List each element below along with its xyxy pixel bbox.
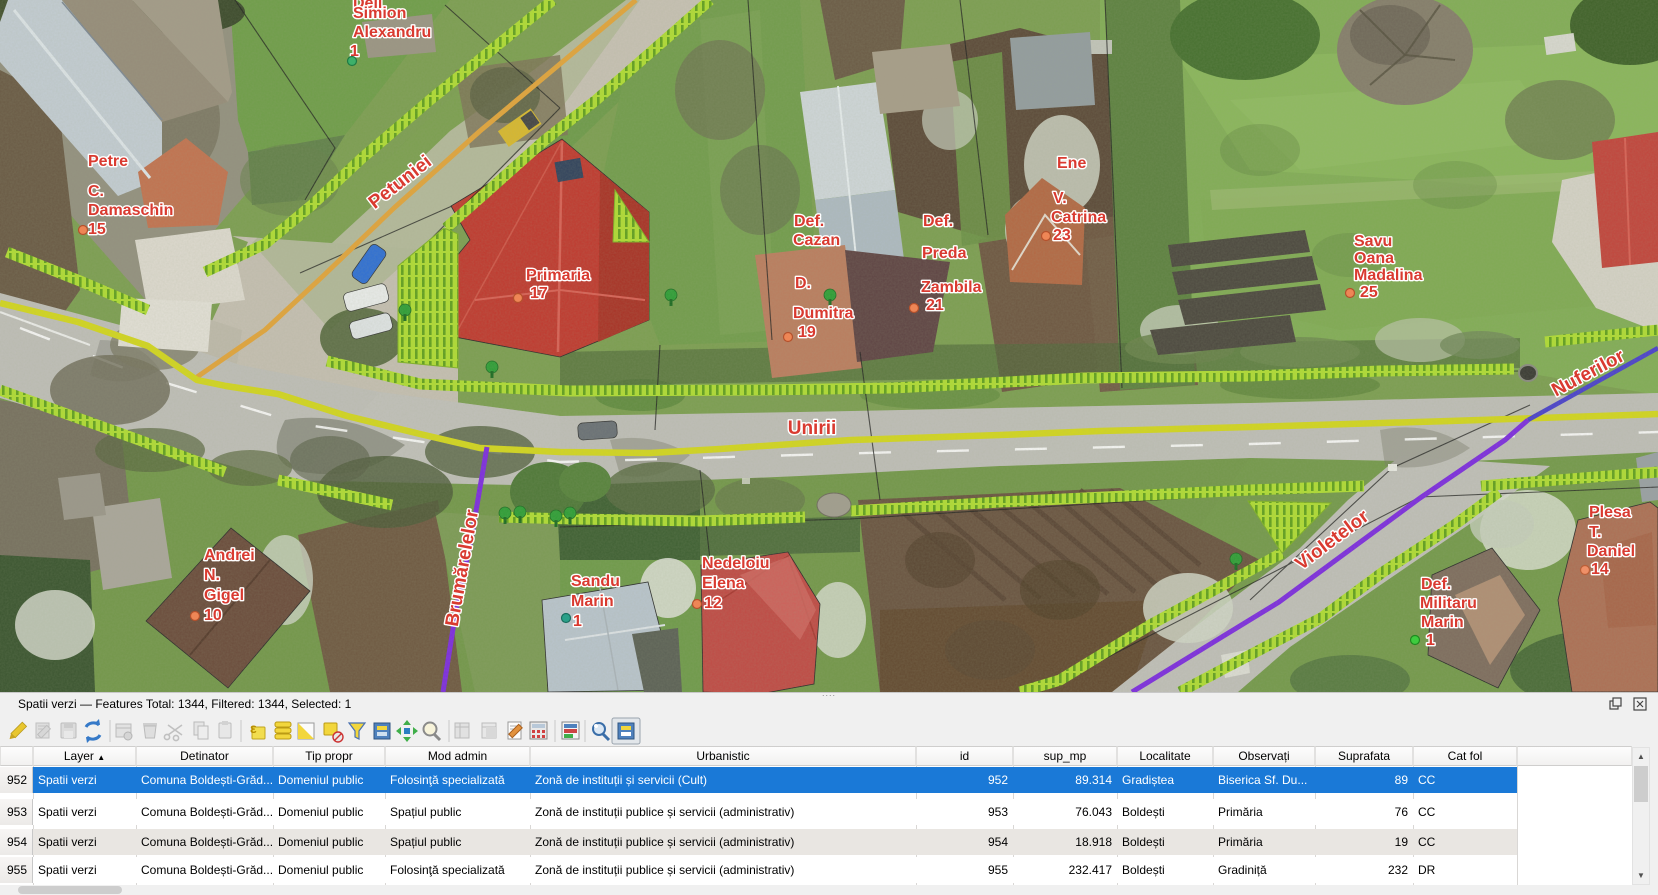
svg-text:17: 17 bbox=[530, 285, 548, 302]
svg-text:14: 14 bbox=[1591, 561, 1609, 578]
svg-text:C.: C. bbox=[88, 183, 104, 200]
svg-text:Catrina: Catrina bbox=[1051, 209, 1106, 226]
svg-text:Elena: Elena bbox=[702, 575, 745, 592]
svg-text:Petre: Petre bbox=[88, 153, 128, 170]
svg-text:Def.: Def. bbox=[794, 213, 824, 230]
svg-text:Primaria: Primaria bbox=[526, 267, 590, 284]
svg-text:N.: N. bbox=[204, 567, 220, 584]
svg-text:Alexandru: Alexandru bbox=[353, 24, 431, 41]
svg-text:Damaschin: Damaschin bbox=[88, 202, 173, 219]
svg-text:Savu: Savu bbox=[1354, 233, 1392, 250]
svg-text:D.: D. bbox=[795, 275, 811, 292]
svg-text:23: 23 bbox=[1053, 227, 1071, 244]
svg-text:V.: V. bbox=[1053, 190, 1067, 207]
svg-text:Militaru: Militaru bbox=[1420, 595, 1477, 612]
svg-text:Plesa: Plesa bbox=[1589, 504, 1631, 521]
svg-text:Def.: Def. bbox=[923, 213, 953, 230]
svg-text:T.: T. bbox=[1589, 524, 1601, 541]
svg-text:19: 19 bbox=[798, 324, 816, 341]
svg-text:Nedeloiu: Nedeloiu bbox=[702, 555, 770, 572]
svg-text:Ene: Ene bbox=[1057, 155, 1086, 172]
svg-text:ε: ε bbox=[250, 720, 257, 736]
svg-text:21: 21 bbox=[926, 297, 944, 314]
svg-text:Oana: Oana bbox=[1354, 250, 1394, 267]
svg-text:1: 1 bbox=[573, 613, 582, 630]
svg-text:Daniel: Daniel bbox=[1587, 543, 1635, 560]
svg-text:Sandu: Sandu bbox=[571, 573, 620, 590]
svg-text:10: 10 bbox=[204, 607, 222, 624]
svg-text:Andrei: Andrei bbox=[204, 547, 255, 564]
svg-text:1: 1 bbox=[1426, 632, 1435, 649]
svg-text:Dumitra: Dumitra bbox=[793, 305, 854, 322]
svg-text:12: 12 bbox=[704, 595, 722, 612]
svg-text:15: 15 bbox=[88, 221, 106, 238]
svg-text:Marin: Marin bbox=[1421, 614, 1464, 631]
svg-text:Def.: Def. bbox=[1421, 576, 1451, 593]
svg-text:Unirii: Unirii bbox=[788, 418, 837, 439]
svg-text:Zambila: Zambila bbox=[921, 279, 982, 296]
svg-text:Marin: Marin bbox=[571, 593, 614, 610]
svg-text:25: 25 bbox=[1360, 284, 1378, 301]
svg-text:Preda: Preda bbox=[922, 245, 967, 262]
svg-text:Madalina: Madalina bbox=[1354, 267, 1423, 284]
svg-text:Cazan: Cazan bbox=[793, 232, 840, 249]
svg-text:Simion: Simion bbox=[353, 5, 406, 22]
svg-text:Gigel: Gigel bbox=[204, 587, 244, 604]
